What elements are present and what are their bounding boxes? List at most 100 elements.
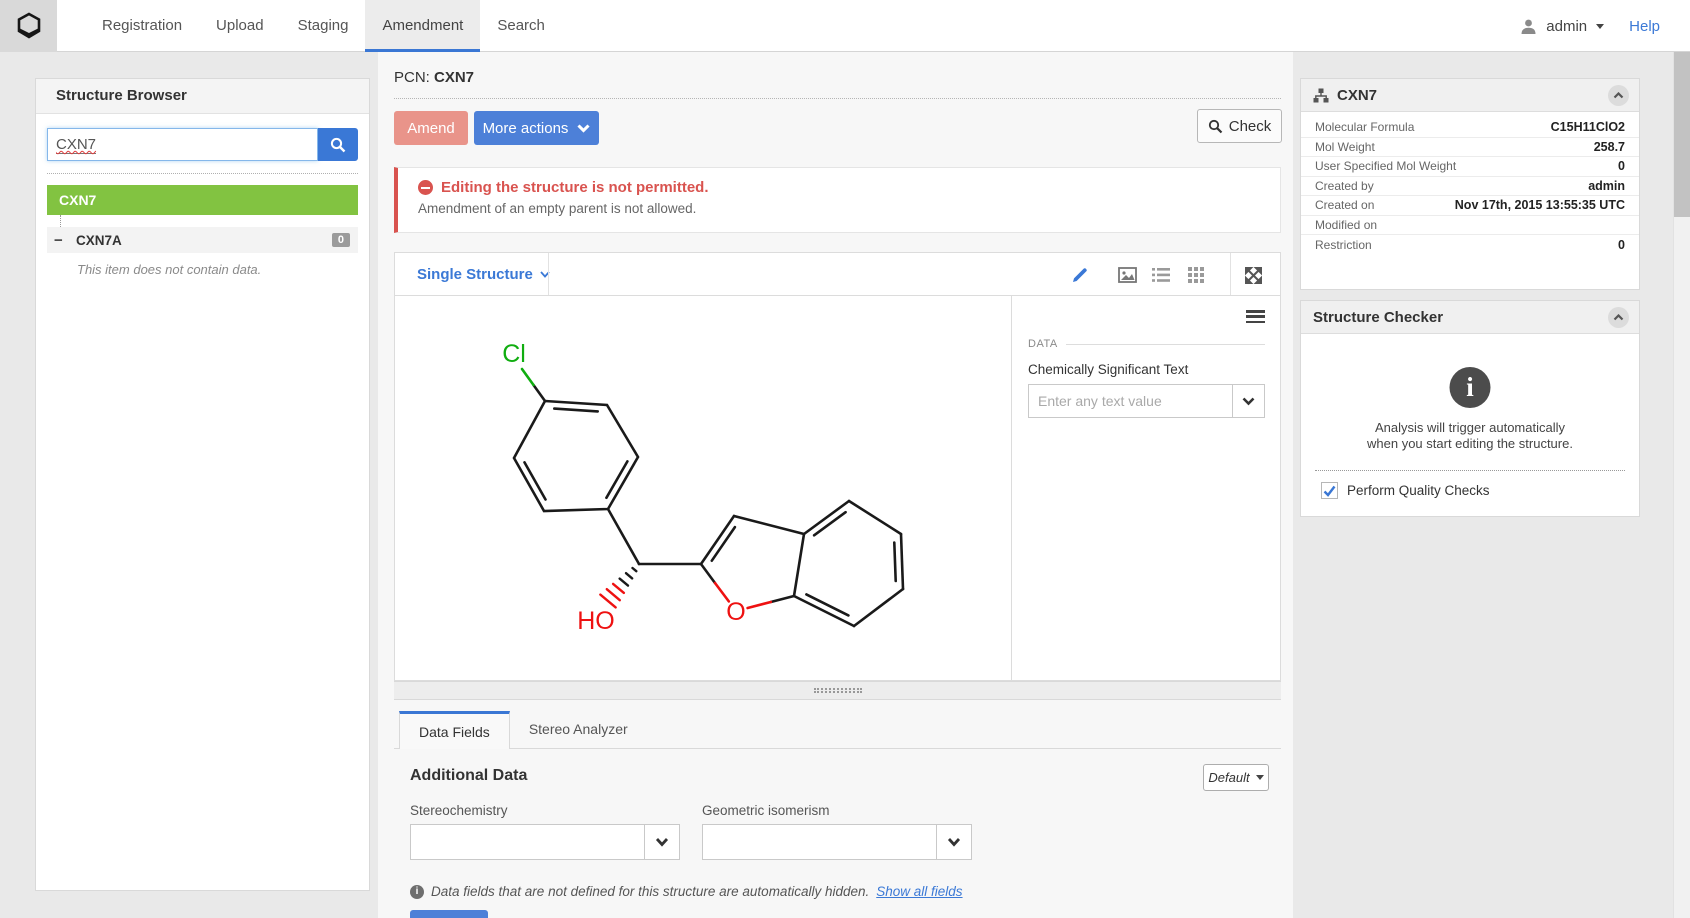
- molecule-drawing: Cl HO O: [395, 296, 1011, 681]
- structure-mode-dropdown[interactable]: Single Structure: [417, 253, 550, 296]
- cst-dropdown-button[interactable]: [1232, 384, 1265, 418]
- info-icon: i: [410, 885, 424, 899]
- help-link[interactable]: Help: [1629, 18, 1660, 35]
- viewer-toolbar: Single Structure: [395, 253, 1280, 296]
- viewer-resize-handle[interactable]: [394, 681, 1281, 700]
- tree-connector: [60, 215, 61, 227]
- additional-data-title: Additional Data: [410, 767, 527, 785]
- divider: [1315, 470, 1625, 471]
- checker-message: Analysis will trigger automatically when…: [1301, 420, 1639, 452]
- structure-browser-panel: Structure Browser CXN7 CXN7 − CXN7A 0 Th…: [35, 78, 370, 891]
- detail-row: Created onNov 17th, 2015 13:55:35 UTC: [1301, 196, 1639, 216]
- magnifier-icon: [1208, 119, 1223, 134]
- count-badge: 0: [332, 233, 350, 247]
- nav-upload[interactable]: Upload: [199, 0, 281, 52]
- atom-label-ho: HO: [577, 607, 615, 635]
- atom-label-cl: Cl: [502, 340, 526, 368]
- select-dropdown-button[interactable]: [936, 824, 972, 860]
- select-dropdown-button[interactable]: [644, 824, 680, 860]
- grip-dots-icon: [814, 687, 862, 694]
- fullscreen-button[interactable]: [1243, 265, 1263, 285]
- stereochemistry-select[interactable]: [410, 824, 680, 860]
- chevron-up-icon: [1613, 92, 1624, 99]
- amend-button[interactable]: Amend: [394, 111, 468, 145]
- chevron-down-icon: [655, 837, 669, 847]
- tab-stereo-analyzer[interactable]: Stereo Analyzer: [510, 711, 647, 749]
- user-icon: [1520, 18, 1537, 35]
- geometric-isomerism-label: Geometric isomerism: [702, 803, 830, 818]
- search-icon: [330, 137, 346, 153]
- preset-default-dropdown[interactable]: Default: [1203, 764, 1269, 791]
- tree-item-parent[interactable]: CXN7: [47, 185, 358, 215]
- geometric-isomerism-select[interactable]: [702, 824, 972, 860]
- expand-icon: [1245, 267, 1262, 284]
- search-input[interactable]: CXN7: [47, 128, 318, 161]
- user-caret-icon: [1596, 24, 1604, 29]
- tab-data-fields[interactable]: Data Fields: [399, 711, 510, 749]
- primary-action-button-partial[interactable]: [410, 910, 488, 918]
- collapse-panel-button[interactable]: [1608, 85, 1629, 106]
- nav-registration[interactable]: Registration: [85, 0, 199, 52]
- grid-view-button[interactable]: [1186, 265, 1206, 285]
- detail-row: Mol Weight258.7: [1301, 138, 1639, 158]
- caret-down-icon: [1256, 775, 1264, 780]
- nav-search[interactable]: Search: [480, 0, 562, 52]
- structure-canvas[interactable]: Cl HO O DATA Chemically Significant Text: [395, 296, 1280, 681]
- empty-data-note: This item does not contain data.: [77, 262, 369, 277]
- checkmark-icon: [1323, 485, 1336, 497]
- structure-checker-panel: Structure Checker i Analysis will trigge…: [1300, 300, 1640, 517]
- checkbox-label: Perform Quality Checks: [1347, 483, 1490, 498]
- pencil-icon: [1071, 266, 1089, 284]
- collapse-minus-icon[interactable]: −: [54, 232, 76, 249]
- detail-row: Modified on: [1301, 216, 1639, 236]
- detail-row: Created byadmin: [1301, 177, 1639, 197]
- chevron-down-icon: [577, 124, 590, 133]
- panel-menu-icon[interactable]: [1246, 310, 1265, 324]
- structure-viewer: Single Structure: [394, 252, 1281, 681]
- nav-staging[interactable]: Staging: [281, 0, 366, 52]
- show-all-fields-link[interactable]: Show all fields: [876, 884, 962, 899]
- alert-title: Editing the structure is not permitted.: [441, 179, 709, 196]
- check-button[interactable]: Check: [1197, 109, 1282, 143]
- list-icon: [1152, 268, 1170, 282]
- user-menu[interactable]: admin: [1546, 18, 1587, 35]
- hexagon-box-logo-icon: [14, 11, 44, 41]
- divider: [394, 98, 1281, 99]
- perform-quality-checks-checkbox[interactable]: [1321, 482, 1338, 499]
- main-nav: Registration Upload Staging Amendment Se…: [57, 0, 562, 52]
- chevron-down-icon: [1242, 397, 1255, 406]
- nav-amendment[interactable]: Amendment: [365, 0, 480, 52]
- compound-details-panel: CXN7 Molecular FormulaC15H11ClO2 Mol Wei…: [1300, 78, 1640, 290]
- cst-text-input[interactable]: [1028, 384, 1232, 418]
- stereochemistry-label: Stereochemistry: [410, 803, 508, 818]
- details-panel-title: CXN7: [1337, 87, 1600, 104]
- hidden-fields-note: i Data fields that are not defined for t…: [410, 884, 963, 899]
- divider: [47, 173, 358, 174]
- hierarchy-icon: [1313, 88, 1329, 103]
- chevron-down-icon: [947, 837, 961, 847]
- cst-field-label: Chemically Significant Text: [1028, 362, 1188, 377]
- top-navigation-bar: Registration Upload Staging Amendment Se…: [0, 0, 1690, 52]
- more-actions-button[interactable]: More actions: [474, 111, 599, 145]
- collapse-panel-button[interactable]: [1608, 307, 1629, 328]
- list-view-button[interactable]: [1151, 265, 1171, 285]
- atom-label-o: O: [726, 598, 745, 626]
- tree-item-child[interactable]: − CXN7A 0: [47, 227, 358, 253]
- detail-row: User Specified Mol Weight0: [1301, 157, 1639, 177]
- forbidden-icon: [418, 180, 433, 195]
- search-button[interactable]: [318, 128, 358, 161]
- detail-row: Restriction0: [1301, 235, 1639, 255]
- bottom-tabs: Data Fields Stereo Analyzer: [394, 711, 1281, 749]
- info-icon: i: [1450, 367, 1491, 408]
- divider: [548, 253, 549, 295]
- edit-structure-button[interactable]: [1070, 265, 1090, 285]
- image-view-button[interactable]: [1117, 265, 1137, 285]
- structure-data-panel: DATA Chemically Significant Text: [1011, 296, 1281, 681]
- error-alert: Editing the structure is not permitted. …: [394, 167, 1281, 233]
- vertical-scrollbar[interactable]: [1673, 0, 1690, 918]
- app-logo[interactable]: [0, 0, 57, 52]
- checker-panel-title: Structure Checker: [1313, 309, 1600, 326]
- image-icon: [1118, 267, 1137, 283]
- grid-icon: [1188, 267, 1204, 283]
- structure-browser-title: Structure Browser: [36, 79, 369, 114]
